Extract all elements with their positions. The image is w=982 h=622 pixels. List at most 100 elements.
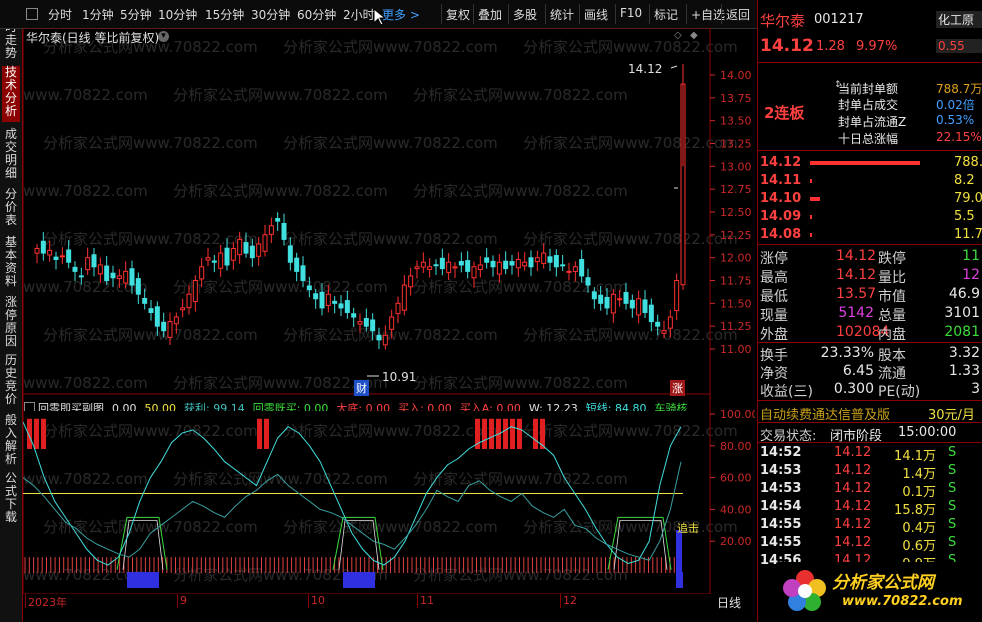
expand-icon[interactable]: ◆: [690, 30, 698, 41]
candle-body: [471, 266, 477, 279]
period-tab[interactable]: 15分钟: [205, 6, 244, 23]
stat-value: 23.33%: [820, 345, 874, 361]
stat-label: 换手: [760, 348, 788, 364]
toolbar-button[interactable]: F10: [620, 6, 642, 20]
candle-body: [300, 265, 306, 282]
indicator-title-bar: 回零即买副图 0.00 50.00 获利: 99.14 回零既买: 0.00 大底: 0.…: [24, 397, 710, 411]
watermark-text: 分析家公式网www.70822.com: [283, 134, 498, 152]
period-tab[interactable]: 5分钟: [120, 6, 152, 23]
candle-body: [294, 257, 300, 272]
period-label[interactable]: 日线: [717, 594, 741, 611]
sidebar-tab[interactable]: 公式下载: [2, 472, 20, 524]
period-tab[interactable]: 30分钟: [251, 6, 290, 23]
stat-value: 3.32: [948, 345, 980, 361]
tick-volume: 0.4万: [902, 521, 936, 536]
toolbar-grid-icon[interactable]: [26, 8, 38, 20]
candle-body: [420, 261, 426, 268]
candle-body: [446, 261, 452, 273]
ind-red-signal: [517, 418, 522, 449]
candle-body: [553, 255, 559, 268]
candle-body: [344, 300, 350, 313]
chevron-down-icon[interactable]: ▾: [158, 31, 169, 42]
tick-price: 14.12: [834, 499, 872, 514]
sidebar-tab[interactable]: 涨停原因: [2, 296, 20, 348]
site-logo: 分析家公式网 www.70822.com: [778, 562, 982, 620]
watermark-text: 分析家公式网www.70822.com: [523, 230, 738, 248]
book-volume: 11.7: [954, 227, 982, 242]
toolbar-button[interactable]: 画线: [584, 6, 608, 23]
sidebar-tab[interactable]: 历史竞价: [2, 354, 20, 406]
candle-body: [110, 272, 116, 279]
y-tick-label: 14.00: [720, 69, 752, 82]
indicator-box-icon[interactable]: [24, 402, 35, 411]
candle-body: [173, 316, 179, 325]
candle-body: [357, 321, 363, 325]
date-tick-label: 10: [308, 594, 325, 608]
candle-body: [363, 318, 369, 327]
candle-body: [401, 284, 407, 311]
candle-body: [338, 303, 344, 309]
book-volume-bar: [810, 197, 820, 201]
book-volume-bar: [810, 233, 812, 237]
book-price: 14.09: [760, 209, 802, 224]
ind-red-signal: [264, 418, 269, 449]
candle-body: [192, 280, 198, 302]
stat-value: 0.300: [833, 381, 874, 397]
sidebar-tab[interactable]: 基本资料: [2, 236, 20, 290]
stat-value: 3101: [944, 305, 980, 321]
diamond-icon[interactable]: ◇: [674, 30, 682, 41]
indicator-value: 大底: 0.00: [336, 402, 391, 411]
candle-body: [433, 264, 439, 267]
ad-price[interactable]: 30元/月: [928, 404, 975, 423]
watermark-text: 分析家公式网www.70822.com: [23, 86, 148, 104]
ind-red-signal: [489, 418, 494, 449]
toolbar-button[interactable]: 标记: [654, 6, 678, 23]
more-periods-button[interactable]: 更多 >: [382, 6, 420, 23]
ind-blue-block: [127, 572, 159, 588]
toolbar-button[interactable]: 返回: [726, 6, 750, 23]
book-price: 14.10: [760, 191, 802, 206]
finance-badge[interactable]: 财: [354, 380, 369, 396]
toolbar-button[interactable]: 复权: [446, 6, 470, 23]
period-tab[interactable]: 60分钟: [297, 6, 336, 23]
stat-label: 总量: [878, 308, 906, 324]
candle-body: [642, 299, 648, 313]
toolbar-button[interactable]: +自选: [691, 6, 725, 23]
toolbar-button[interactable]: 多股: [513, 6, 537, 23]
candle-body: [579, 259, 585, 277]
limit-up-badge[interactable]: 涨: [670, 380, 685, 396]
tick-price: 14.12: [834, 481, 872, 496]
period-tab[interactable]: 分时: [48, 6, 72, 23]
stat-label: 跌停: [878, 251, 906, 267]
toolbar-button[interactable]: 叠加: [478, 6, 502, 23]
watermark-text: 分析家公式网www.70822.com: [523, 38, 738, 56]
stock-code: 001217: [814, 12, 864, 27]
period-tab[interactable]: 1分钟: [82, 6, 114, 23]
toolbar-button[interactable]: 统计: [550, 6, 574, 23]
max-arrow: [670, 65, 678, 69]
stat-value: 13.57: [836, 286, 877, 302]
period-tab[interactable]: 10分钟: [158, 6, 197, 23]
sidebar-tab[interactable]: 技术分析: [2, 66, 20, 122]
candle-body: [167, 321, 173, 338]
period-tab[interactable]: 2小时: [343, 6, 375, 23]
book-volume: 79.0: [954, 191, 982, 206]
candle-body: [199, 266, 205, 280]
sidebar-tab[interactable]: 成交明细: [2, 128, 20, 182]
chart-area[interactable]: 分析家公式网www.70822.com 分析家公式网www.70822.com 分析…: [23, 28, 755, 594]
tick-price: 14.12: [834, 535, 872, 550]
sidebar-tab[interactable]: 般入解析: [2, 414, 20, 466]
date-tick-label: 9: [177, 594, 187, 608]
sidebar-tab[interactable]: 分价表: [2, 188, 20, 230]
stat-value: 14.12: [836, 267, 877, 283]
sector-tag[interactable]: 化工原: [936, 11, 982, 28]
y-tick-label: 13.75: [720, 92, 752, 105]
ad-banner[interactable]: 自动续费通达信普及版: [760, 404, 890, 423]
candle-body: [180, 307, 186, 311]
book-volume-bar: [810, 215, 812, 219]
stat-label: 市值: [878, 289, 906, 305]
date-tick-label: 2023年: [25, 594, 67, 609]
ind-red-signal: [510, 418, 515, 449]
y-tick-label: 12.25: [720, 229, 752, 242]
candle-body: [591, 291, 597, 300]
